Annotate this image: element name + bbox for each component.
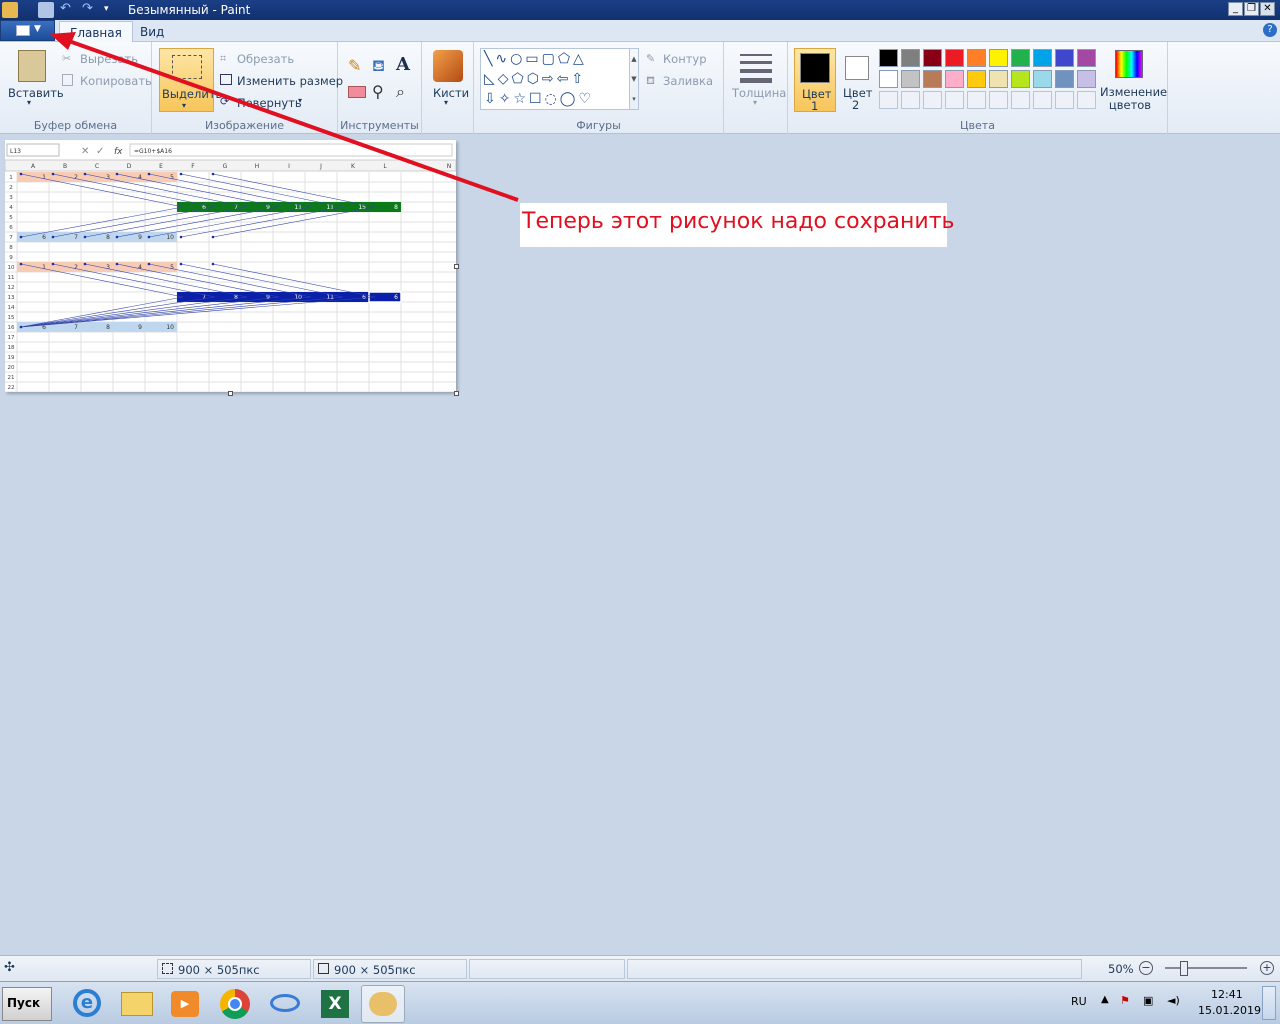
cursor-position-icon: ✣: [4, 960, 15, 975]
clock-time[interactable]: 12:41: [1211, 988, 1243, 1001]
clock-date[interactable]: 15.01.2019: [1198, 1004, 1261, 1017]
row-header: 21: [8, 375, 15, 381]
line-endpoint-dot: [19, 325, 23, 329]
show-desktop-button[interactable]: [1262, 986, 1276, 1020]
row-header: 18: [8, 345, 15, 351]
zoom-slider-thumb[interactable]: [1180, 961, 1188, 976]
line-endpoint-dot: [179, 262, 183, 266]
callout-text: Теперь этот рисунок надо сохранить: [520, 203, 955, 247]
resize-handle-right[interactable]: [454, 264, 459, 269]
network-icon[interactable]: ▣: [1143, 994, 1153, 1007]
row-header: 10: [8, 265, 15, 271]
row-header: 15: [8, 315, 15, 321]
taskbar: Пуск e ▶ X RU ▲ ⚑ ▣ ◄) 12:41 15.01.2019: [0, 981, 1280, 1024]
zoom-slider[interactable]: [1165, 967, 1247, 969]
cell-value: 8: [106, 324, 110, 331]
status-empty-1: [469, 959, 625, 979]
status-empty-2: [627, 959, 1082, 979]
row-header: 11: [8, 275, 15, 281]
image-size: 900 × 505пкс: [313, 959, 467, 979]
cell-value: 9: [138, 324, 142, 331]
line-endpoint-dot: [211, 262, 215, 266]
internet-explorer-icon[interactable]: e: [65, 985, 109, 1023]
row-header: 17: [8, 335, 15, 341]
line-endpoint-dot: [83, 262, 87, 266]
row-header: 16: [8, 325, 15, 331]
eye-app-icon[interactable]: [263, 985, 307, 1023]
selection-size-icon: [162, 963, 173, 974]
row-header: 19: [8, 355, 15, 361]
cell-value: 5: [170, 264, 174, 271]
cell-value: 10: [166, 324, 174, 331]
paint-taskbar-icon[interactable]: [361, 985, 405, 1023]
zoom-level: 50%: [1108, 962, 1134, 976]
cell-value: 3: [106, 264, 110, 271]
action-center-icon[interactable]: ⚑: [1120, 994, 1130, 1007]
media-player-icon[interactable]: ▶: [163, 985, 207, 1023]
language-indicator[interactable]: RU: [1071, 995, 1087, 1008]
zoom-out-button[interactable]: −: [1139, 961, 1153, 975]
image-size-icon: [318, 963, 329, 974]
cell-value: 6: [394, 294, 398, 301]
line-endpoint-dot: [115, 262, 119, 266]
row-header: 14: [8, 305, 15, 311]
excel-icon[interactable]: X: [313, 985, 357, 1023]
volume-icon[interactable]: ◄): [1167, 994, 1180, 1007]
line-endpoint-dot: [51, 262, 55, 266]
cell-value: 4: [138, 264, 142, 271]
status-bar: ✣ 900 × 505пкс 900 × 505пкс 50% − +: [0, 955, 1280, 981]
line-endpoint-dot: [19, 262, 23, 266]
start-button[interactable]: Пуск: [2, 987, 52, 1021]
row-header: 13: [8, 295, 15, 301]
cell-value: 2: [74, 264, 78, 271]
tray-expand-icon[interactable]: ▲: [1101, 994, 1109, 1005]
row-header: 12: [8, 285, 15, 291]
row-header: 22: [8, 385, 15, 391]
zoom-in-button[interactable]: +: [1260, 961, 1274, 975]
cell-band: [177, 292, 401, 302]
selection-size: 900 × 505пкс: [157, 959, 311, 979]
cell-value: 7: [74, 324, 78, 331]
resize-handle-bottom[interactable]: [228, 391, 233, 396]
resize-handle-corner[interactable]: [454, 391, 459, 396]
cell-value: 1: [42, 264, 46, 271]
line-endpoint-dot: [147, 262, 151, 266]
cell-band: [17, 262, 177, 272]
row-header: 20: [8, 365, 15, 371]
chrome-icon[interactable]: [213, 985, 257, 1023]
file-explorer-icon[interactable]: [115, 985, 159, 1023]
